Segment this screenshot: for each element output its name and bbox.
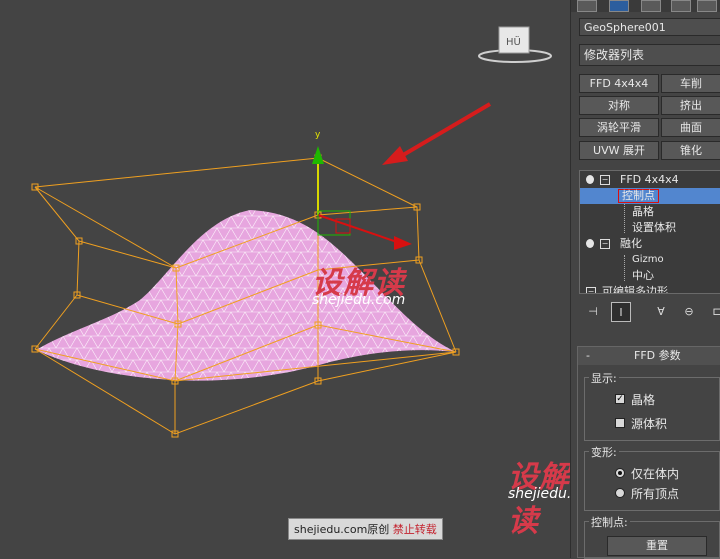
display-group: 显示: ✓ 晶格 源体积 <box>584 370 720 441</box>
stack-item-editable-poly[interactable]: − 可编辑多边形 <box>580 284 720 293</box>
lattice-checkbox[interactable]: ✓ <box>615 394 625 404</box>
ffd-scene: y HÜ <box>31 26 552 438</box>
create-tab-icon[interactable] <box>577 0 597 12</box>
remove-modifier-icon[interactable]: ⊖ <box>679 302 699 322</box>
show-end-result-icon[interactable]: Ⅰ <box>611 302 631 322</box>
collapse-icon[interactable]: − <box>600 239 610 249</box>
stack-item-ffd[interactable]: − FFD 4x4x4 <box>580 172 720 188</box>
make-unique-icon[interactable]: ∀ <box>651 302 671 322</box>
lathe-button[interactable]: 车削 <box>661 74 720 93</box>
configure-sets-icon[interactable]: ⊏ <box>707 302 720 322</box>
all-vertices-label: 所有顶点 <box>631 487 680 501</box>
rollout-title: FFD 参数 <box>634 349 681 362</box>
motion-tab-icon[interactable] <box>671 0 691 12</box>
ffd-parameters-rollout: - FFD 参数 显示: ✓ 晶格 源体积 变形: 仅在体内 所有顶点 控制点:… <box>577 346 720 559</box>
modifier-list-dropdown[interactable]: 修改器列表 <box>579 44 720 66</box>
stack-item-control-points[interactable]: 控制点 <box>580 188 720 204</box>
collapse-icon[interactable]: − <box>600 175 610 185</box>
surface-button[interactable]: 曲面 <box>661 118 720 137</box>
stack-item-center[interactable]: 中心 <box>580 268 720 284</box>
modifier-stack[interactable]: − FFD 4x4x4 控制点 晶格 设置体积 − 融化 Gizmo 中心 − … <box>579 170 720 294</box>
lightbulb-icon[interactable] <box>586 175 594 184</box>
rollout-collapse-toggle[interactable]: - <box>586 347 590 365</box>
taper-button[interactable]: 锥化 <box>661 141 720 160</box>
object-name-field[interactable]: GeoSphere001 <box>579 18 720 36</box>
only-in-volume-radio[interactable] <box>615 468 625 478</box>
symmetry-button[interactable]: 对称 <box>579 96 659 115</box>
y-axis-label: y <box>315 130 321 140</box>
perspective-viewport[interactable]: y HÜ 设解读 shejiedu.com 设解读 shejiedu.com s… <box>0 0 570 558</box>
all-vertices-radio[interactable] <box>615 488 625 498</box>
uvw-unwrap-button[interactable]: UVW 展开 <box>579 141 659 160</box>
hierarchy-tab-icon[interactable] <box>641 0 661 12</box>
display-tab-icon[interactable] <box>697 0 717 12</box>
expand-icon[interactable]: − <box>586 287 596 293</box>
copyright-site: shejiedu.com原创 <box>294 523 390 536</box>
watermark-url-2: shejiedu.com <box>508 486 570 502</box>
copyright-tag: shejiedu.com原创 禁止转载 <box>288 518 443 540</box>
stack-item-melt[interactable]: − 融化 <box>580 236 720 252</box>
modify-tab-icon[interactable] <box>609 0 629 12</box>
pin-stack-icon[interactable]: ⊣ <box>583 302 603 322</box>
panel-tabs <box>571 0 720 12</box>
deform-group: 变形: 仅在体内 所有顶点 <box>584 444 720 511</box>
turbosmooth-button[interactable]: 涡轮平滑 <box>579 118 659 137</box>
extrude-button[interactable]: 挤出 <box>661 96 720 115</box>
reset-button[interactable]: 重置 <box>607 536 707 556</box>
lattice-label: 晶格 <box>631 393 656 407</box>
stack-toolbar: ⊣ Ⅰ ∀ ⊖ ⊏ <box>579 300 720 324</box>
viewcube-face-label[interactable]: HÜ <box>506 35 521 48</box>
ffd-4x4x4-button[interactable]: FFD 4x4x4 <box>579 74 659 93</box>
copyright-warning: 禁止转载 <box>392 523 437 536</box>
annotation-arrow <box>382 102 492 165</box>
only-in-volume-label: 仅在体内 <box>631 467 680 481</box>
stack-item-gizmo[interactable]: Gizmo <box>580 252 720 268</box>
rollout-header[interactable]: - FFD 参数 <box>578 347 720 365</box>
control-points-group: 控制点: 重置 <box>584 514 720 559</box>
stack-item-lattice[interactable]: 晶格 <box>580 204 720 220</box>
source-volume-checkbox[interactable] <box>615 418 625 428</box>
lightbulb-icon[interactable] <box>586 239 594 248</box>
watermark-url: shejiedu.com <box>312 292 406 308</box>
stack-item-set-volume[interactable]: 设置体积 <box>580 220 720 236</box>
source-volume-label: 源体积 <box>631 417 668 431</box>
command-panel: GeoSphere001 修改器列表 FFD 4x4x4 车削 对称 挤出 涡轮… <box>570 0 720 559</box>
